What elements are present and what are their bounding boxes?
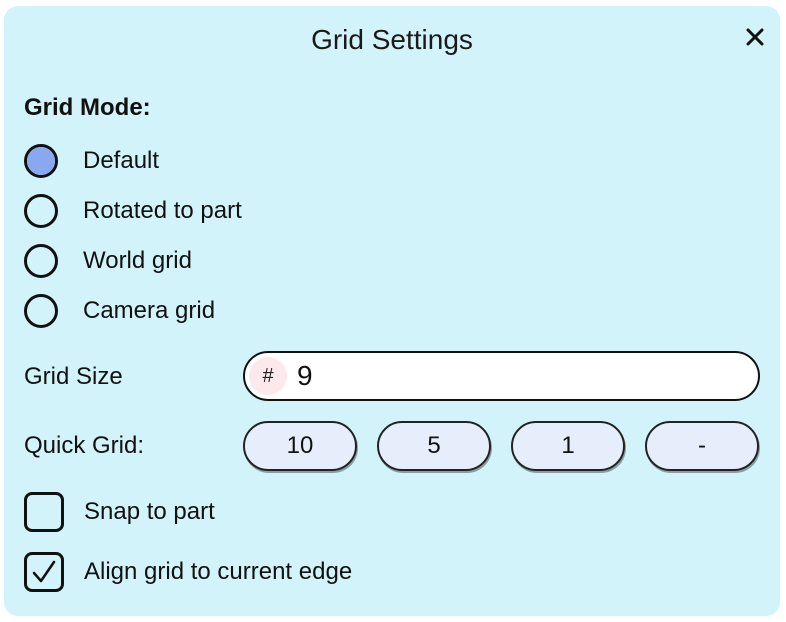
quick-grid-button-10[interactable]: 10 [243, 421, 357, 471]
dialog-title: Grid Settings [311, 24, 473, 55]
quick-grid-button-none[interactable]: - [645, 421, 759, 471]
quick-grid-button-5[interactable]: 5 [377, 421, 491, 471]
radio-selected-dot [27, 147, 55, 175]
checkmark-icon [32, 560, 56, 583]
close-icon [746, 28, 764, 46]
radio-label: World grid [83, 247, 192, 274]
radio-button[interactable] [24, 244, 58, 278]
radio-option-world-grid[interactable]: World grid [24, 241, 192, 281]
align-grid-label: Align grid to current edge [84, 558, 353, 585]
radio-label: Default [83, 147, 160, 174]
grid-mode-label: Grid Mode: [24, 94, 151, 121]
grid-size-label: Grid Size [24, 363, 123, 390]
quick-grid-label: Quick Grid: [24, 432, 145, 459]
snap-to-part-checkbox[interactable] [24, 492, 64, 532]
grid-size-input[interactable]: # 9 [243, 351, 760, 401]
snap-to-part-label: Snap to part [84, 498, 215, 525]
radio-option-default[interactable]: Default [24, 141, 159, 181]
radio-label: Camera grid [83, 297, 216, 324]
align-grid-option[interactable]: Align grid to current edge [24, 552, 352, 592]
number-prefix-icon: # [249, 357, 287, 395]
snap-to-part-option[interactable]: Snap to part [24, 492, 215, 532]
radio-option-rotated-to-part[interactable]: Rotated to part [24, 191, 242, 231]
radio-option-camera-grid[interactable]: Camera grid [24, 291, 215, 331]
quick-grid-button-1[interactable]: 1 [511, 421, 625, 471]
radio-label: Rotated to part [83, 197, 242, 224]
align-grid-checkbox[interactable] [24, 552, 64, 592]
radio-button[interactable] [24, 194, 58, 228]
radio-button[interactable] [24, 294, 58, 328]
grid-settings-dialog: Grid Settings Grid Mode: Default Rotated… [4, 6, 780, 616]
radio-button[interactable] [24, 144, 58, 178]
close-button[interactable] [740, 22, 770, 52]
grid-size-value[interactable]: 9 [297, 360, 313, 392]
